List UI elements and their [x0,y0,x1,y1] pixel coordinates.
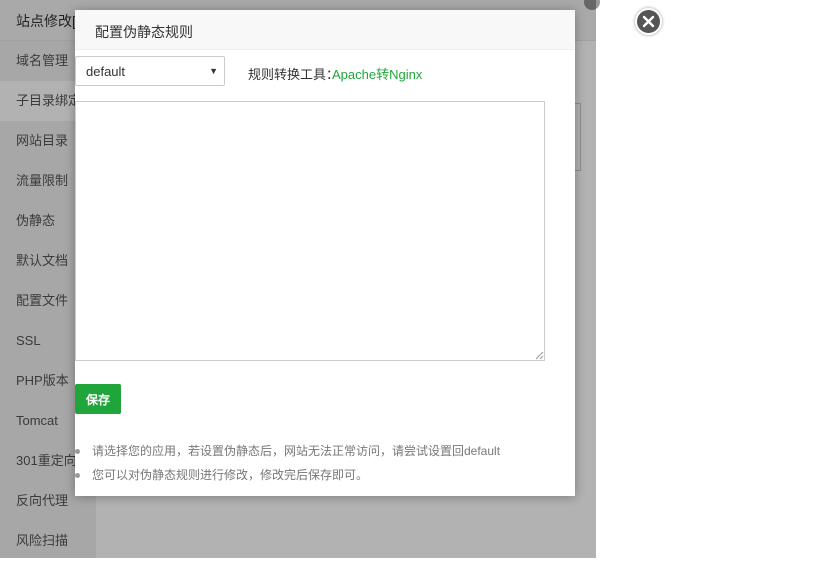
dialog-title: 配置伪静态规则 [95,24,193,40]
tips-list: 请选择您的应用，若设置伪静态后，网站无法正常访问，请尝试设置回default 您… [75,442,575,490]
rule-template-value: default [86,64,126,79]
converter-label: 规则转换工具： [248,67,340,82]
tip-item: 您可以对伪静态规则进行修改，修改完后保存即可。 [75,466,575,490]
bullet-icon [75,449,80,454]
dialog-header: 配置伪静态规则 [75,10,575,50]
save-button[interactable]: 保存 [75,384,121,414]
tip-item: 请选择您的应用，若设置伪静态后，网站无法正常访问，请尝试设置回default [75,442,575,466]
chevron-down-icon: ▼ [209,66,218,76]
close-icon[interactable] [635,8,662,35]
apache-to-nginx-link[interactable]: Apache转Nginx [332,64,422,83]
resize-grip-icon[interactable] [535,351,544,360]
tip-text: 请选择您的应用，若设置伪静态后，网站无法正常访问，请尝试设置回default [92,444,501,458]
rewrite-rules-dialog: 配置伪静态规则 default ▼ 规则转换工具： Apache转Nginx 保… [75,8,662,496]
bullet-icon [75,473,80,478]
tip-text: 您可以对伪静态规则进行修改，修改完后保存即可。 [92,468,369,482]
rule-template-select[interactable]: default ▼ [75,56,225,86]
rewrite-rule-editor[interactable] [75,101,545,361]
